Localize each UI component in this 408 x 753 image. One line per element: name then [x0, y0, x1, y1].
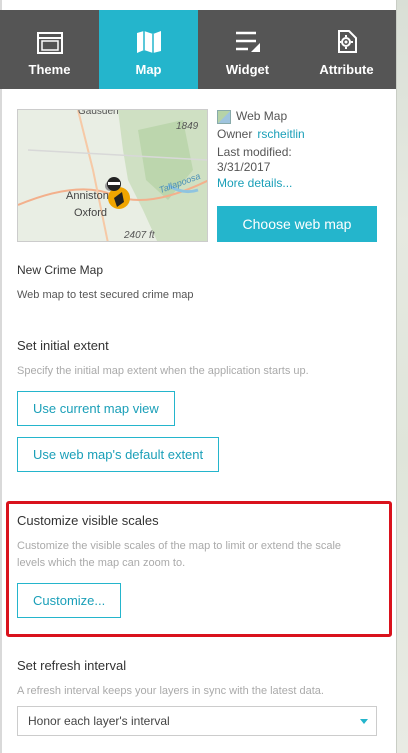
webmap-icon [217, 109, 231, 124]
background-map[interactable] [396, 0, 408, 753]
refresh-interval-value: Honor each layer's interval [28, 714, 170, 728]
webmap-type: Web Map [236, 109, 288, 123]
visible-scales-description: Customize the visible scales of the map … [17, 540, 342, 569]
refresh-interval-description: A refresh interval keeps your layers in … [17, 685, 324, 697]
widget-icon [234, 10, 262, 56]
initial-extent-title: Set initial extent [17, 338, 109, 353]
tab-bar: Theme Map Widget Attribute [0, 10, 396, 89]
choose-webmap-button[interactable]: Choose web map [217, 206, 377, 242]
tab-attribute[interactable]: Attribute [297, 10, 396, 89]
tab-attribute-label: Attribute [319, 62, 374, 77]
theme-icon [36, 10, 63, 56]
thumb-label-elevation: 2407 ft [124, 230, 155, 241]
customize-button[interactable]: Customize... [17, 583, 122, 618]
tab-map[interactable]: Map [99, 10, 198, 89]
attribute-icon [334, 10, 360, 56]
owner-label: Owner [217, 127, 253, 141]
tab-widget-label: Widget [225, 62, 270, 77]
webmap-description: Web map to test secured crime map [17, 289, 194, 301]
visible-scales-title: Customize visible scales [17, 513, 159, 528]
map-icon [136, 10, 162, 56]
use-current-map-view-button[interactable]: Use current map view [17, 391, 175, 426]
map-settings-panel: Gadsden 1849 Tallapoosa Anniston Oxford … [0, 89, 396, 753]
last-modified-label: Last modified: [217, 145, 292, 159]
thumb-label-anniston: Anniston [66, 190, 109, 202]
tab-theme[interactable]: Theme [0, 10, 99, 89]
thumb-label-1849: 1849 [176, 121, 199, 132]
webmap-meta: Web Map Owner rscheitlin Last modified: 3… [217, 109, 387, 191]
tab-map-label: Map [135, 62, 162, 77]
thumb-label-gadsden: Gadsden [78, 109, 119, 117]
webmap-thumbnail: Gadsden 1849 Tallapoosa Anniston Oxford … [17, 109, 208, 242]
webmap-title: New Crime Map [17, 263, 104, 277]
refresh-interval-title: Set refresh interval [17, 658, 127, 673]
last-modified-date: 3/31/2017 [217, 160, 271, 174]
tab-widget[interactable]: Widget [198, 10, 297, 89]
more-details-link[interactable]: More details... [217, 176, 292, 190]
owner-link[interactable]: rscheitlin [257, 127, 304, 142]
refresh-interval-select[interactable]: Honor each layer's interval [17, 706, 377, 736]
tab-theme-label: Theme [28, 62, 71, 77]
thumb-label-oxford: Oxford [74, 207, 108, 219]
chevron-down-icon [360, 719, 368, 724]
use-default-extent-button[interactable]: Use web map's default extent [17, 437, 220, 472]
initial-extent-description: Specify the initial map extent when the … [17, 365, 309, 377]
